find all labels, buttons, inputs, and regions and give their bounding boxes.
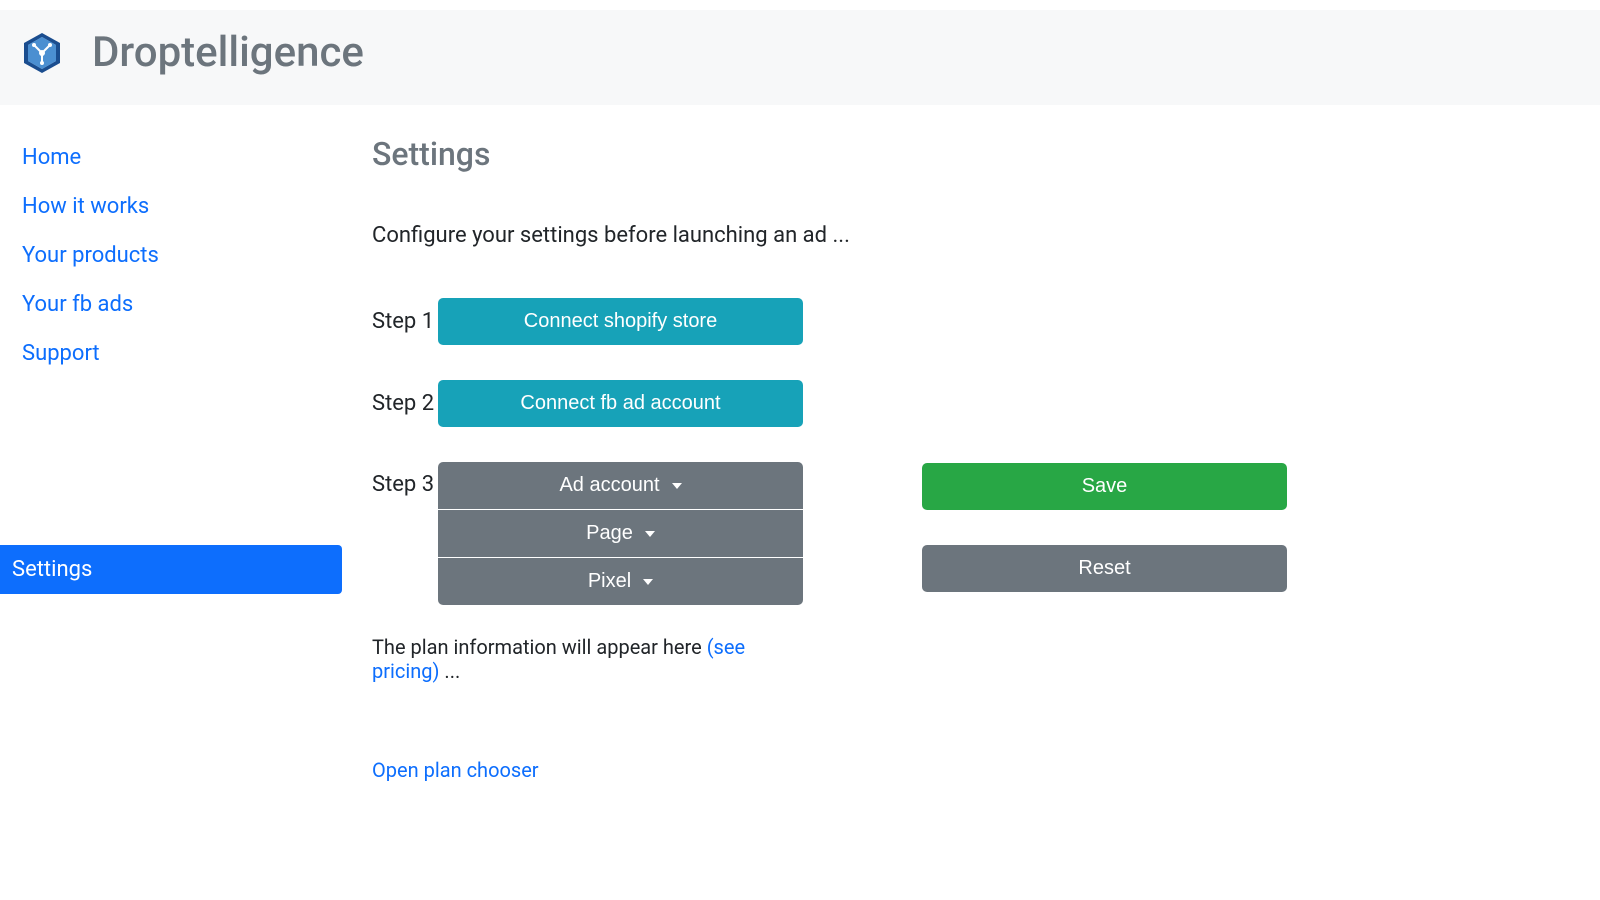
- plan-info: The plan information will appear here (s…: [372, 635, 807, 683]
- content: Settings Configure your settings before …: [342, 135, 1600, 782]
- step-1-row: Step 1 Connect shopify store: [372, 298, 807, 345]
- pixel-dropdown-label: Pixel: [588, 570, 631, 593]
- step-2-label: Step 2: [372, 391, 438, 416]
- reset-button[interactable]: Reset: [922, 545, 1287, 592]
- sidebar: Home How it works Your products Your fb …: [0, 135, 342, 782]
- ad-account-dropdown-label: Ad account: [559, 474, 659, 497]
- page-dropdown-label: Page: [586, 522, 633, 545]
- plan-info-suffix: ...: [439, 659, 460, 683]
- pixel-dropdown[interactable]: Pixel: [438, 558, 803, 605]
- step-1-label: Step 1: [372, 309, 438, 334]
- sidebar-item-settings[interactable]: Settings: [0, 545, 342, 594]
- plan-info-prefix: The plan information will appear here: [372, 635, 707, 659]
- page-title: Settings: [372, 135, 1560, 173]
- page-dropdown[interactable]: Page: [438, 510, 803, 557]
- logo-icon: [20, 31, 64, 75]
- step-3-label: Step 3: [372, 462, 438, 497]
- step-2-row: Step 2 Connect fb ad account: [372, 380, 807, 427]
- ad-account-dropdown[interactable]: Ad account: [438, 462, 803, 509]
- open-plan-chooser-link[interactable]: Open plan chooser: [372, 758, 539, 782]
- connect-shopify-button[interactable]: Connect shopify store: [438, 298, 803, 345]
- save-button[interactable]: Save: [922, 463, 1287, 510]
- sidebar-item-your-fb-ads[interactable]: Your fb ads: [22, 282, 342, 331]
- connect-fb-button[interactable]: Connect fb ad account: [438, 380, 803, 427]
- caret-down-icon: [643, 579, 653, 585]
- brand-title: Droptelligence: [92, 28, 364, 77]
- caret-down-icon: [645, 531, 655, 537]
- header: Droptelligence: [0, 10, 1600, 105]
- sidebar-item-home[interactable]: Home: [22, 135, 342, 184]
- page-description: Configure your settings before launching…: [372, 223, 1560, 248]
- sidebar-item-how-it-works[interactable]: How it works: [22, 184, 342, 233]
- step-3-row: Step 3 Ad account Page Pixel: [372, 462, 807, 605]
- sidebar-item-your-products[interactable]: Your products: [22, 233, 342, 282]
- caret-down-icon: [672, 483, 682, 489]
- sidebar-item-support[interactable]: Support: [22, 331, 342, 380]
